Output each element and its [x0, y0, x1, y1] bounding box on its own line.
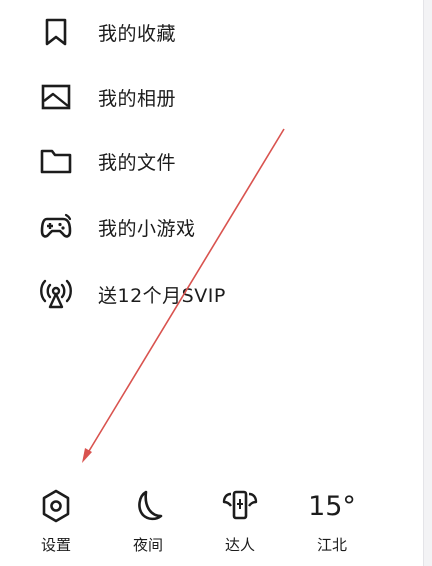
menu-item-label: 送12个月SVIP [98, 284, 226, 307]
arrow-head [82, 448, 92, 463]
bookmark-icon [38, 14, 74, 50]
menu-item-label: 我的小游戏 [98, 217, 196, 240]
menu-item-label: 我的文件 [98, 151, 177, 174]
folder-icon [38, 143, 74, 179]
menu-item-album[interactable]: 我的相册 [38, 75, 398, 119]
drawer-edge [423, 0, 432, 566]
expert-button[interactable]: 达人 [210, 484, 270, 560]
night-mode-label: 夜间 [132, 536, 163, 554]
menu-item-label: 我的相册 [98, 87, 177, 110]
gamepad-icon [38, 209, 74, 245]
weather-widget[interactable]: 15° 江北 [302, 484, 362, 560]
settings-label: 设置 [40, 536, 71, 554]
broadcast-tower-icon [38, 276, 74, 312]
night-mode-button[interactable]: 夜间 [118, 484, 178, 560]
menu-item-files[interactable]: 我的文件 [38, 139, 398, 183]
menu-item-label: 我的收藏 [98, 22, 177, 45]
menu-item-minigames[interactable]: 我的小游戏 [38, 205, 398, 249]
settings-button[interactable]: 设置 [26, 484, 86, 560]
gear-hexagon-icon [26, 484, 86, 528]
picture-icon [38, 79, 74, 115]
weather-location: 江北 [316, 536, 347, 554]
menu-item-svip-gift[interactable]: 送12个月SVIP [38, 272, 398, 316]
menu-item-favorites[interactable]: 我的收藏 [38, 10, 398, 54]
winged-phone-icon [210, 484, 270, 528]
moon-icon [118, 484, 178, 528]
expert-label: 达人 [224, 536, 255, 554]
temperature-value: 15° [308, 490, 356, 522]
